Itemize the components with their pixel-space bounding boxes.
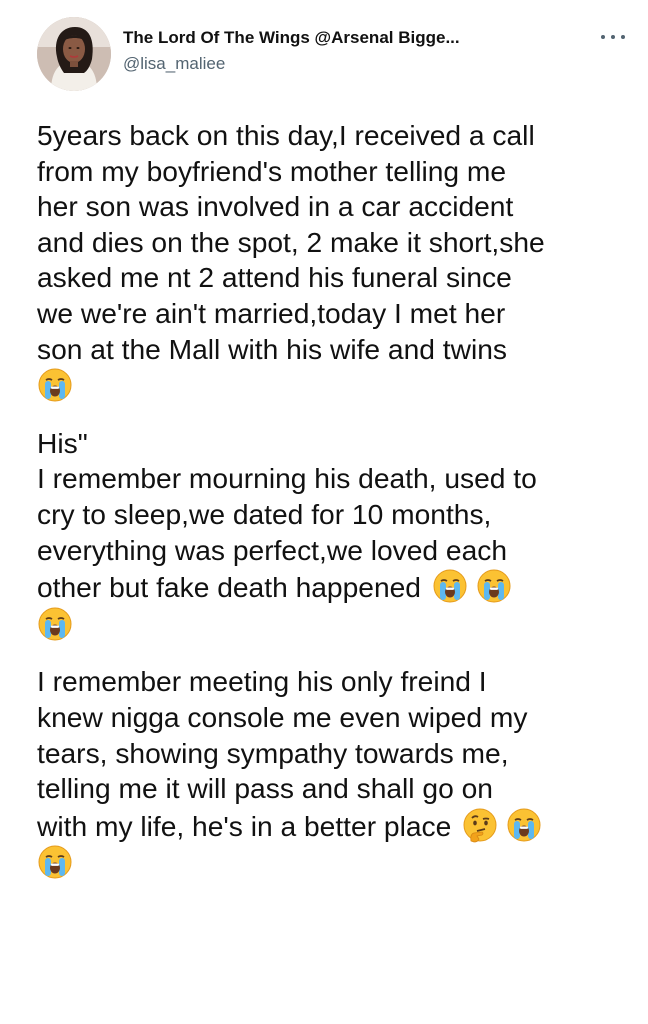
tweet-header: The Lord Of The Wings @Arsenal Bigge... … <box>37 17 627 91</box>
tweet-paragraph-2: His" I remember mourning his death, used… <box>37 426 637 644</box>
more-horizontal-icon <box>601 35 605 39</box>
author-handle[interactable]: @lisa_maliee <box>123 53 460 75</box>
text-segment: other but fake death happened <box>37 571 421 604</box>
text-line: tears, showing sympathy towards me, <box>37 736 509 769</box>
text-line: from my boyfriend's mother telling me <box>37 154 507 187</box>
text-line: son at the Mall with his wife and twins <box>37 332 508 365</box>
text-line: and dies on the spot, 2 make it short,sh… <box>37 225 545 258</box>
tweet-card: The Lord Of The Wings @Arsenal Bigge... … <box>0 0 648 1024</box>
author-display-name[interactable]: The Lord Of The Wings @Arsenal Bigge... <box>123 27 460 49</box>
text-segment: with my life, he's in a better place <box>37 809 452 842</box>
text-line: 5years back on this day,I received a cal… <box>37 119 535 151</box>
text-line: everything was perfect,we loved each <box>37 533 508 566</box>
tweet-text: 5years back on this day,I received a cal… <box>37 118 637 882</box>
text-line: His" <box>37 426 88 459</box>
loudly-crying-face-icon <box>433 569 467 603</box>
loudly-crying-face-icon <box>477 569 511 603</box>
emoji-line <box>37 367 637 405</box>
emoji-line <box>37 844 637 882</box>
tweet-paragraph-3: I remember meeting his only freind I kne… <box>37 664 637 882</box>
avatar[interactable] <box>37 17 111 91</box>
text-line-with-emoji: with my life, he's in a better place <box>37 807 637 845</box>
emoji-line <box>37 606 637 644</box>
more-horizontal-icon-dot <box>621 35 625 39</box>
text-line-with-emoji: other but fake death happened <box>37 568 637 606</box>
tweet-paragraph-1: 5years back on this day,I received a cal… <box>37 118 637 405</box>
text-line: I remember mourning his death, used to <box>37 462 537 495</box>
text-line: knew nigga console me even wiped my <box>37 700 528 733</box>
text-line: asked me nt 2 attend his funeral since <box>37 261 512 294</box>
text-line: her son was involved in a car accident <box>37 190 514 223</box>
loudly-crying-face-icon <box>507 808 541 842</box>
text-line: cry to sleep,we dated for 10 months, <box>37 497 492 530</box>
profile-photo-icon <box>37 17 111 91</box>
text-line: I remember meeting his only freind I <box>37 665 487 698</box>
loudly-crying-face-icon <box>38 607 72 641</box>
more-options-button[interactable] <box>601 29 625 45</box>
text-line: we we're ain't married,today I met her <box>37 296 506 329</box>
thinking-face-icon <box>463 808 497 843</box>
loudly-crying-face-icon <box>38 368 72 402</box>
more-horizontal-icon-dot <box>611 35 615 39</box>
text-line: telling me it will pass and shall go on <box>37 772 493 805</box>
loudly-crying-face-icon <box>38 845 72 879</box>
author-info: The Lord Of The Wings @Arsenal Bigge... … <box>123 27 460 75</box>
